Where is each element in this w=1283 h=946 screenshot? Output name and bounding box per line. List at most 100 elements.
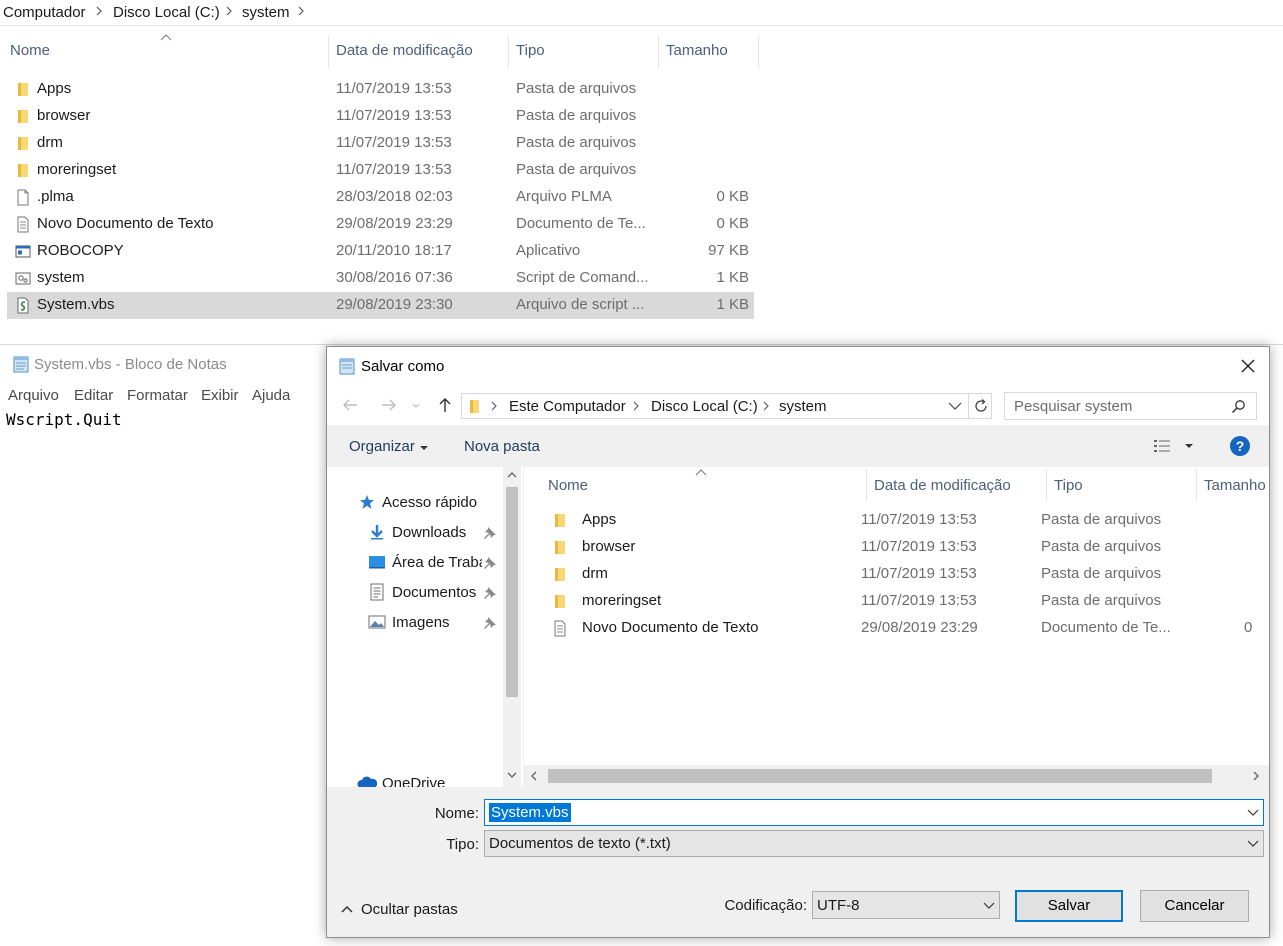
text-file-icon <box>554 620 566 637</box>
help-icon[interactable]: ? <box>1229 435 1251 457</box>
column-divider[interactable] <box>758 36 759 68</box>
file-name: drm <box>582 565 608 582</box>
column-divider[interactable] <box>866 469 867 501</box>
column-header-date[interactable]: Data de modificação <box>336 42 473 62</box>
column-header-name[interactable]: Nome <box>548 477 588 494</box>
pin-icon[interactable] <box>483 616 497 630</box>
file-row[interactable]: browser 11/07/2019 13:53 Pasta de arquivos <box>7 103 754 130</box>
breadcrumb-item[interactable]: Disco Local (C:) <box>113 2 220 22</box>
column-divider[interactable] <box>658 36 659 68</box>
file-row[interactable]: drm 11/07/2019 13:53 Pasta de arquivos <box>7 130 754 157</box>
column-divider[interactable] <box>508 36 509 68</box>
file-row[interactable]: System.vbs 29/08/2019 23:30 Arquivo de scr… <box>7 292 754 319</box>
view-details-icon[interactable] <box>1153 439 1171 453</box>
cancel-button[interactable]: Cancelar <box>1140 890 1249 922</box>
folder-icon <box>18 110 28 123</box>
up-arrow-icon[interactable] <box>437 396 453 414</box>
pin-icon[interactable] <box>483 586 497 600</box>
chevron-down-icon[interactable] <box>411 397 421 413</box>
dialog-titlebar[interactable]: Salvar como <box>327 347 1269 385</box>
address-segment[interactable]: system <box>779 398 827 415</box>
file-date: 11/07/2019 13:53 <box>861 592 977 609</box>
file-date: 11/07/2019 13:53 <box>861 565 977 582</box>
file-row[interactable]: .plma 28/03/2018 02:03 Arquivo PLMA 0 KB <box>7 184 754 211</box>
column-header-date[interactable]: Data de modificação <box>874 477 1011 494</box>
address-segment[interactable]: Este Computador <box>509 398 626 415</box>
file-type-select[interactable]: Documentos de texto (*.txt) <box>484 830 1264 857</box>
file-row[interactable]: ROBOCOPY 20/11/2010 18:17 Aplicativo 97 KB <box>7 238 754 265</box>
close-icon[interactable] <box>1237 355 1259 377</box>
chevron-down-icon[interactable] <box>983 902 995 910</box>
file-date: 11/07/2019 13:53 <box>336 161 452 178</box>
folder-icon <box>555 568 565 581</box>
menu-arquivo[interactable]: Arquivo <box>8 387 59 404</box>
column-divider[interactable] <box>1196 469 1197 501</box>
chevron-right-icon[interactable] <box>296 5 306 17</box>
chevron-right-icon[interactable] <box>1252 771 1260 781</box>
save-form: Nome: System.vbs Tipo: Documentos de tex… <box>327 787 1269 937</box>
file-type: Pasta de arquivos <box>516 134 637 151</box>
organize-button[interactable]: Organizar <box>349 438 415 455</box>
hide-folders-button[interactable]: Ocultar pastas <box>361 901 458 918</box>
menu-editar[interactable]: Editar <box>74 387 113 404</box>
forward-arrow-icon[interactable] <box>380 397 398 413</box>
file-row[interactable]: Apps 11/07/2019 13:53 Pasta de arquivos <box>544 507 1266 534</box>
chevron-right-icon <box>763 401 769 411</box>
menu-ajuda[interactable]: Ajuda <box>252 387 290 404</box>
pin-icon[interactable] <box>483 526 497 540</box>
desktop-icon <box>369 556 385 569</box>
search-icon[interactable] <box>1231 399 1246 414</box>
refresh-icon[interactable] <box>972 397 990 415</box>
chevron-left-icon[interactable] <box>530 771 538 781</box>
column-divider[interactable] <box>1046 469 1047 501</box>
file-row[interactable]: system 30/08/2016 07:36 Script de Comand..… <box>7 265 754 292</box>
file-type: Pasta de arquivos <box>516 107 637 124</box>
column-header-type[interactable]: Tipo <box>1054 477 1083 494</box>
scrollbar-thumb[interactable] <box>506 487 518 697</box>
file-list-scrollbar[interactable] <box>524 765 1269 787</box>
notepad-text-area[interactable]: Wscript.Quit <box>6 410 122 429</box>
column-header-name[interactable]: Nome <box>10 42 50 62</box>
pin-icon[interactable] <box>483 556 497 570</box>
column-header-size[interactable]: Tamanho <box>666 42 728 62</box>
file-row[interactable]: Novo Documento de Texto 29/08/2019 23:29 D… <box>544 615 1266 642</box>
notepad-title: System.vbs - Bloco de Notas <box>34 356 227 373</box>
navigation-scrollbar[interactable] <box>503 467 521 787</box>
chevron-down-icon[interactable] <box>948 401 962 411</box>
save-button[interactable]: Salvar <box>1015 890 1123 922</box>
chevron-down-icon[interactable] <box>507 771 517 779</box>
menu-formatar[interactable]: Formatar <box>127 387 188 404</box>
nav-onedrive[interactable]: OneDrive <box>382 775 445 787</box>
chevron-down-icon[interactable] <box>1247 809 1259 817</box>
nav-pictures[interactable]: Imagens <box>392 614 450 631</box>
file-name-input[interactable]: System.vbs <box>484 799 1264 826</box>
chevron-up-icon[interactable] <box>341 905 353 913</box>
file-row[interactable]: moreringset 11/07/2019 13:53 Pasta de arqu… <box>7 157 754 184</box>
file-type: Pasta de arquivos <box>1041 565 1162 582</box>
address-segment[interactable]: Disco Local (C:) <box>651 398 758 415</box>
file-row[interactable]: moreringset 11/07/2019 13:53 Pasta de arqu… <box>544 588 1266 615</box>
column-divider[interactable] <box>328 36 329 68</box>
chevron-down-icon[interactable] <box>1247 840 1259 848</box>
file-row[interactable]: browser 11/07/2019 13:53 Pasta de arquivos <box>544 534 1266 561</box>
breadcrumb-item[interactable]: system <box>242 2 290 22</box>
column-header-size[interactable]: Tamanho <box>1204 477 1266 494</box>
column-header-type[interactable]: Tipo <box>516 42 545 62</box>
encoding-select[interactable]: UTF-8 <box>812 891 1000 919</box>
breadcrumb-item[interactable]: Computador <box>3 2 86 22</box>
scrollbar-thumb[interactable] <box>548 769 1212 783</box>
file-row[interactable]: Novo Documento de Texto 29/08/2019 23:29 D… <box>7 211 754 238</box>
nav-desktop[interactable]: Área de Traba <box>392 554 482 571</box>
back-arrow-icon[interactable] <box>341 397 359 413</box>
search-input[interactable]: Pesquisar system <box>1004 392 1257 420</box>
caret-down-icon[interactable] <box>1184 443 1194 449</box>
new-folder-button[interactable]: Nova pasta <box>464 438 540 455</box>
chevron-up-icon[interactable] <box>507 471 517 479</box>
file-row[interactable]: drm 11/07/2019 13:53 Pasta de arquivos <box>544 561 1266 588</box>
nav-quick-access[interactable]: Acesso rápido <box>382 494 477 511</box>
nav-downloads[interactable]: Downloads <box>392 524 466 541</box>
address-bar[interactable]: Este Computador Disco Local (C:) system <box>461 393 992 419</box>
nav-documents[interactable]: Documentos <box>392 584 476 601</box>
file-row[interactable]: Apps 11/07/2019 13:53 Pasta de arquivos <box>7 76 754 103</box>
menu-exibir[interactable]: Exibir <box>201 387 239 404</box>
